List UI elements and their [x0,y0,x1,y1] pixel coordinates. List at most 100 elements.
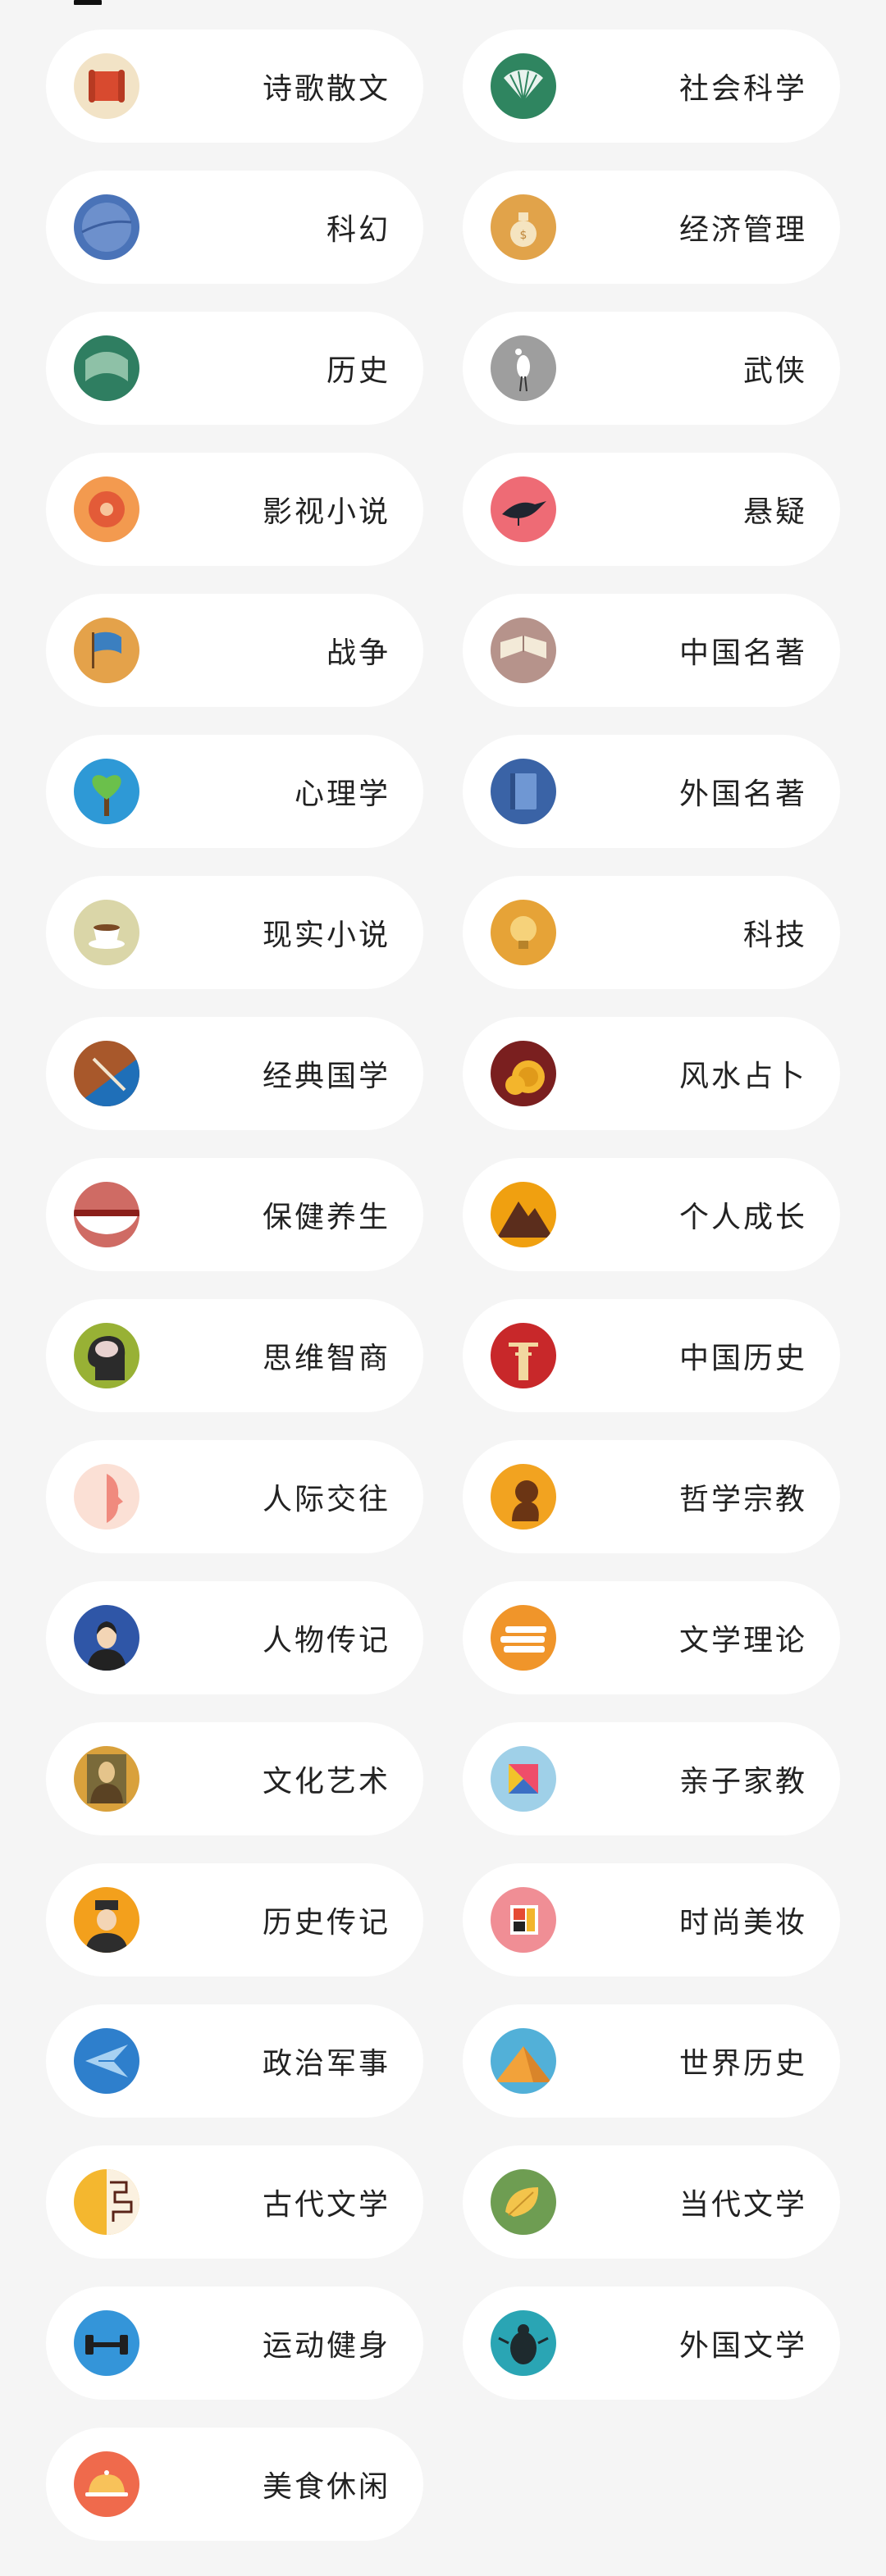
category-card[interactable]: 战争 [46,594,423,707]
category-grid: 诗歌散文 社会科学科幻 $ 经济管理历史 武侠影视小说 悬疑战争 中国名著心理学 外国名著现实… [46,30,840,2541]
category-card[interactable]: 心理学 [46,735,423,848]
emperor-icon [74,1887,139,1953]
category-label: 历史传记 [262,1906,390,1940]
pillar-icon [491,1323,556,1388]
category-label: 文化艺术 [262,1765,390,1799]
color-blocks-icon [491,1887,556,1953]
category-card[interactable]: 风水占卜 [463,1017,840,1130]
lightbulb-icon [491,900,556,965]
category-label: 武侠 [742,354,807,388]
category-card[interactable]: 经典国学 [46,1017,423,1130]
face-profile-icon [74,1464,139,1530]
flag-icon [74,618,139,683]
category-card[interactable]: 哲学宗教 [463,1440,840,1553]
category-card[interactable]: 现实小说 [46,876,423,989]
category-card[interactable]: 外国文学 [463,2286,840,2400]
crane-icon [491,335,556,401]
category-label: 诗歌散文 [262,72,390,106]
category-card[interactable]: 外国名著 [463,735,840,848]
category-label: 个人成长 [678,1201,807,1234]
heart-tree-icon [74,759,139,824]
scroll-icon [74,53,139,119]
category-card[interactable]: 亲子家教 [463,1722,840,1835]
category-label: 人际交往 [262,1483,390,1516]
thinker-icon [491,1464,556,1530]
category-card[interactable]: 世界历史 [463,2004,840,2118]
scroll-wave-icon [74,335,139,401]
category-card[interactable]: 时尚美妆 [463,1863,840,1976]
category-label: 运动健身 [262,2329,390,2363]
category-card[interactable]: $ 经济管理 [463,171,840,284]
category-label: 中国名著 [678,636,807,670]
ink-brush-icon [74,1041,139,1106]
category-card[interactable]: 中国名著 [463,594,840,707]
category-card[interactable]: 思维智商 [46,1299,423,1412]
category-card[interactable]: 政治军事 [46,2004,423,2118]
open-book-icon [491,618,556,683]
mona-lisa-icon [74,1746,139,1812]
category-card[interactable]: 文化艺术 [46,1722,423,1835]
coins-icon [491,1041,556,1106]
category-card[interactable]: 影视小说 [46,453,423,566]
category-label: 世界历史 [678,2047,807,2081]
category-card[interactable]: 武侠 [463,312,840,425]
books-stack-icon [491,1605,556,1671]
category-card[interactable]: 社会科学 [463,30,840,143]
planet-icon [74,194,139,260]
top-edge-mark [74,0,102,5]
soup-bowl-icon [74,1182,139,1247]
category-label: 亲子家教 [678,1765,807,1799]
category-card[interactable]: 当代文学 [463,2145,840,2259]
category-card[interactable]: 历史传记 [46,1863,423,1976]
category-label: 哲学宗教 [678,1483,807,1516]
category-label: 文学理论 [678,1624,807,1657]
mountain-icon [491,1182,556,1247]
category-card[interactable]: 中国历史 [463,1299,840,1412]
money-bag-icon: $ [491,194,556,260]
category-label: 现实小说 [262,919,390,952]
cloche-icon [74,2451,139,2517]
category-card[interactable]: 科技 [463,876,840,989]
category-label: 悬疑 [742,495,807,529]
category-label: 经典国学 [262,1060,390,1093]
tea-cup-icon [74,900,139,965]
category-card[interactable]: 诗歌散文 [46,30,423,143]
category-label: 时尚美妆 [678,1906,807,1940]
category-label: 政治军事 [262,2047,390,2081]
category-card[interactable]: 古代文学 [46,2145,423,2259]
crow-icon [491,476,556,542]
category-label: 保健养生 [262,1201,390,1234]
category-label: 思维智商 [262,1342,390,1375]
brain-head-icon [74,1323,139,1388]
film-reel-icon [74,476,139,542]
category-card[interactable]: 人际交往 [46,1440,423,1553]
category-card[interactable]: 科幻 [46,171,423,284]
svg-text:$: $ [520,229,527,242]
tangram-icon [491,1746,556,1812]
category-label: 外国文学 [678,2329,807,2363]
category-card[interactable]: 运动健身 [46,2286,423,2400]
category-label: 当代文学 [678,2188,807,2222]
category-label: 风水占卜 [678,1060,807,1093]
category-label: 外国名著 [678,777,807,811]
category-card[interactable]: 保健养生 [46,1158,423,1271]
category-card[interactable]: 美食休闲 [46,2428,423,2541]
category-label: 社会科学 [678,72,807,106]
category-label: 心理学 [294,777,390,811]
category-card[interactable]: 人物传记 [46,1581,423,1694]
category-card[interactable]: 文学理论 [463,1581,840,1694]
fan-icon [491,53,556,119]
category-label: 战争 [326,636,390,670]
maze-icon [74,2169,139,2235]
plane-icon [74,2028,139,2094]
leaf-icon [491,2169,556,2235]
beetle-icon [491,2310,556,2376]
category-card[interactable]: 悬疑 [463,453,840,566]
category-card[interactable]: 个人成长 [463,1158,840,1271]
book-icon [491,759,556,824]
category-label: 经济管理 [678,213,807,247]
category-label: 科幻 [326,213,390,247]
category-card[interactable]: 历史 [46,312,423,425]
category-label: 科技 [742,919,807,952]
category-label: 历史 [326,354,390,388]
